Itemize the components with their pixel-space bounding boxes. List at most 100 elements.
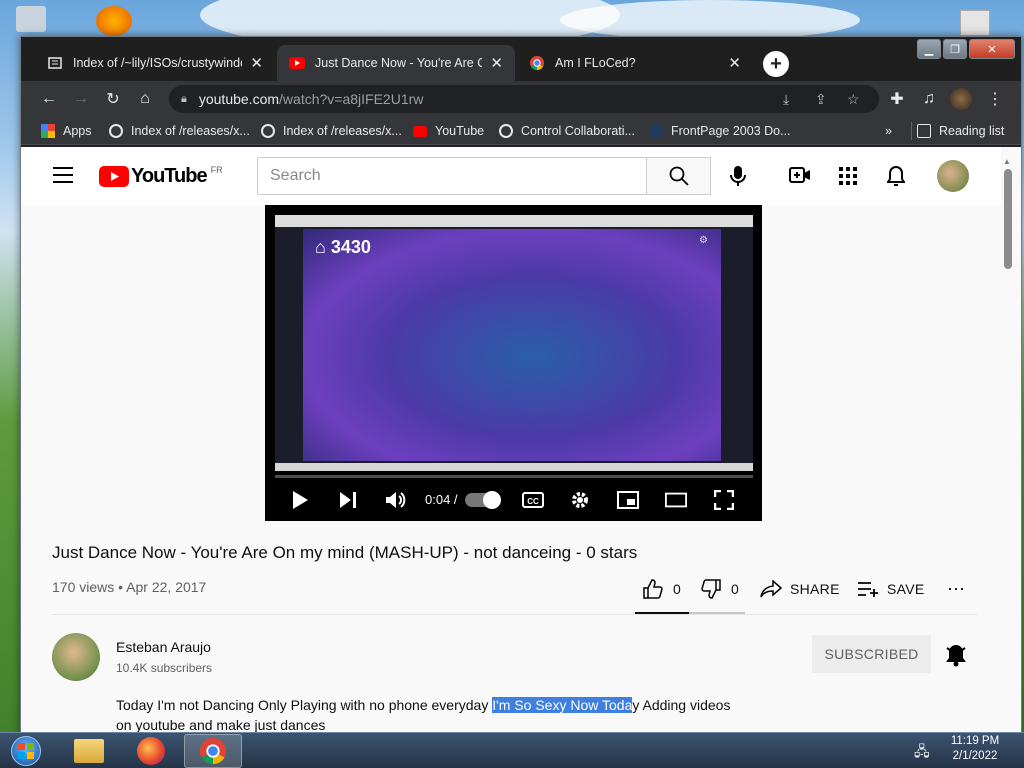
reload-icon[interactable]: ↻ bbox=[101, 87, 125, 111]
theater-mode-icon[interactable] bbox=[665, 489, 687, 511]
save-button[interactable]: SAVE bbox=[857, 577, 925, 601]
profile-avatar-icon[interactable] bbox=[949, 87, 973, 111]
channel-avatar[interactable] bbox=[52, 633, 100, 681]
share-label: SHARE bbox=[790, 581, 840, 597]
taskbar-clock[interactable]: 11:19 PM 2/1/2022 bbox=[940, 734, 1010, 764]
description-text: on youtube and make just dances bbox=[116, 717, 326, 733]
windows-logo-icon bbox=[11, 736, 41, 766]
tab-index-isos[interactable]: Index of /~lily/ISOs/crustywindo ✕ bbox=[35, 45, 275, 81]
apps-grid-icon bbox=[41, 124, 55, 138]
progress-bar[interactable] bbox=[275, 475, 753, 478]
account-avatar[interactable] bbox=[937, 160, 969, 192]
hamburger-menu-icon[interactable] bbox=[53, 167, 73, 183]
video-content: ⌂ 3430 ⚙︎ bbox=[303, 229, 721, 461]
logo-text: YouTube bbox=[131, 165, 208, 187]
more-bookmarks-icon[interactable]: » bbox=[885, 122, 892, 140]
video-meta: 170 views • Apr 22, 2017 bbox=[52, 579, 207, 595]
autoplay-toggle[interactable] bbox=[465, 491, 501, 509]
search-button[interactable] bbox=[647, 157, 711, 195]
page-scrollbar[interactable]: ▲ bbox=[1003, 157, 1013, 727]
forward-icon[interactable]: → bbox=[69, 87, 93, 111]
video-inner-browser-bar bbox=[275, 215, 753, 227]
close-tab-icon[interactable]: ✕ bbox=[728, 54, 741, 72]
fullscreen-icon[interactable] bbox=[713, 489, 735, 511]
reading-list-button[interactable]: Reading list bbox=[917, 122, 1004, 140]
description-text: Today I'm not Dancing Only Playing with … bbox=[116, 697, 493, 713]
tab-title: Just Dance Now - You're Are On bbox=[315, 56, 483, 70]
dislike-button[interactable]: 0 bbox=[701, 577, 739, 601]
tab-youtube-video[interactable]: Just Dance Now - You're Are On ✕ bbox=[277, 45, 515, 81]
bookmark-index-releases-2[interactable]: Index of /releases/x... bbox=[261, 122, 402, 140]
video-player[interactable]: ⌂ 3430 ⚙︎ 0:04 / CC bbox=[265, 205, 762, 521]
tab-am-i-floced[interactable]: Am I FLoCed? ✕ bbox=[517, 45, 753, 81]
tab-title: Index of /~lily/ISOs/crustywindo bbox=[73, 56, 243, 70]
url-path: /watch?v=a8jIFE2U1rw bbox=[279, 91, 424, 107]
bookmark-label: YouTube bbox=[435, 124, 485, 138]
reading-list-icon bbox=[917, 124, 931, 138]
bookmark-index-releases-1[interactable]: Index of /releases/x... bbox=[109, 122, 250, 140]
bookmarks-bar: Apps Index of /releases/x... Index of /r… bbox=[21, 117, 1021, 145]
taskbar-firefox[interactable] bbox=[122, 734, 180, 768]
youtube-logo[interactable]: YouTube FR bbox=[99, 165, 223, 188]
bookmark-star-icon[interactable]: ☆ bbox=[847, 91, 860, 108]
chrome-icon bbox=[199, 737, 227, 765]
lock-icon: 🔒︎ bbox=[181, 92, 187, 105]
search-input[interactable]: Search bbox=[257, 157, 647, 195]
region-code: FR bbox=[210, 164, 223, 175]
video-title: Just Dance Now - You're Are On my mind (… bbox=[52, 543, 638, 562]
home-icon[interactable]: ⌂ bbox=[133, 87, 157, 111]
taskbar-chrome[interactable] bbox=[184, 734, 242, 768]
maximize-button[interactable]: ❐ bbox=[943, 39, 967, 59]
video-frame: ⌂ 3430 ⚙︎ bbox=[275, 215, 753, 471]
back-icon[interactable]: ← bbox=[37, 87, 61, 111]
address-bar[interactable]: 🔒︎ youtube.com/watch?v=a8jIFE2U1rw ⤓ ⇪ ☆ bbox=[169, 85, 879, 113]
bookmark-control-collaboration[interactable]: Control Collaborati... bbox=[499, 122, 635, 140]
install-icon[interactable]: ⤓ bbox=[783, 91, 789, 108]
volume-icon[interactable] bbox=[385, 489, 407, 511]
more-actions-icon[interactable]: ⋯ bbox=[947, 577, 965, 601]
microphone-icon[interactable] bbox=[729, 165, 747, 187]
share-button[interactable]: SHARE bbox=[760, 577, 840, 601]
firefox-desktop-icon[interactable] bbox=[96, 6, 132, 36]
close-tab-icon[interactable]: ✕ bbox=[490, 54, 503, 72]
play-icon[interactable] bbox=[289, 489, 311, 511]
search-icon bbox=[669, 166, 689, 186]
video-inner-taskbar bbox=[275, 463, 753, 471]
new-tab-button[interactable]: + bbox=[763, 51, 789, 77]
player-controls: 0:04 / CC bbox=[265, 479, 762, 521]
time-display: 0:04 / bbox=[425, 492, 458, 507]
bookmark-frontpage[interactable]: FrontPage 2003 Do... bbox=[649, 122, 791, 140]
taskbar-explorer[interactable] bbox=[60, 734, 118, 768]
start-button[interactable] bbox=[0, 734, 52, 768]
captions-icon[interactable]: CC bbox=[521, 489, 545, 511]
close-tab-icon[interactable]: ✕ bbox=[250, 54, 263, 72]
apps-grid-icon[interactable] bbox=[839, 167, 857, 185]
miniplayer-icon[interactable] bbox=[617, 489, 639, 511]
folder-icon bbox=[74, 739, 104, 763]
bookmark-label: Index of /releases/x... bbox=[283, 124, 402, 138]
subscribed-button[interactable]: SUBSCRIBED bbox=[812, 635, 931, 673]
like-button[interactable]: 0 bbox=[643, 577, 681, 601]
desktop-file-icon[interactable] bbox=[960, 10, 990, 36]
bookmark-apps[interactable]: Apps bbox=[41, 122, 92, 140]
create-video-icon[interactable] bbox=[789, 166, 811, 184]
divider bbox=[52, 614, 977, 615]
share-page-icon[interactable]: ⇪ bbox=[815, 91, 827, 108]
close-window-button[interactable]: ✕ bbox=[969, 39, 1015, 59]
next-icon[interactable] bbox=[337, 489, 359, 511]
globe-icon bbox=[261, 124, 275, 138]
minimize-button[interactable]: ▁ bbox=[917, 39, 941, 59]
notification-bell-icon[interactable] bbox=[945, 643, 967, 667]
scrollbar-thumb[interactable] bbox=[1004, 169, 1012, 269]
media-control-icon[interactable]: ♫ bbox=[917, 87, 941, 111]
dislike-count: 0 bbox=[731, 581, 740, 597]
browser-toolbar: ← → ↻ ⌂ 🔒︎ youtube.com/watch?v=a8jIFE2U1… bbox=[21, 81, 1021, 117]
extensions-icon[interactable]: ✚ bbox=[885, 87, 909, 111]
settings-gear-icon[interactable] bbox=[569, 489, 591, 511]
menu-kebab-icon[interactable]: ⋮ bbox=[983, 87, 1007, 111]
network-icon[interactable]: 🖧︎ bbox=[914, 741, 930, 765]
channel-name[interactable]: Esteban Araujo bbox=[116, 639, 211, 655]
bookmark-youtube[interactable]: YouTube bbox=[413, 122, 484, 140]
recycle-bin-icon[interactable] bbox=[16, 6, 46, 32]
notifications-bell-icon[interactable] bbox=[887, 165, 905, 187]
